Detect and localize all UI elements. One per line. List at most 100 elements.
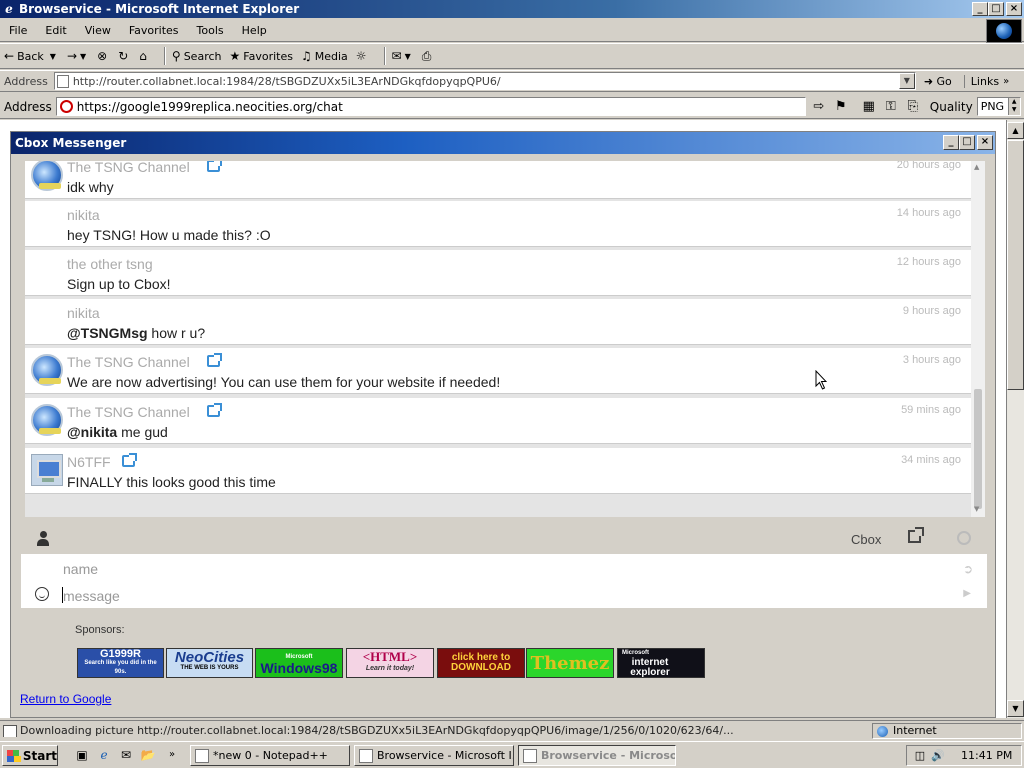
status-circle-icon[interactable] <box>957 531 971 545</box>
network-icon[interactable]: ◫ <box>913 749 927 763</box>
scrollbar-thumb[interactable] <box>1007 140 1024 390</box>
message-text: FINALLY this looks good this time <box>67 474 276 490</box>
taskbar-item-browservice-active[interactable]: Browservice - Microso... <box>518 745 676 766</box>
minimize-button[interactable]: _ <box>972 2 988 16</box>
send-icon[interactable]: ▶ <box>963 588 971 599</box>
scroll-up-icon[interactable]: ▲ <box>1007 122 1024 139</box>
spinner-icon[interactable]: ▲ ▼ <box>1007 98 1020 115</box>
outlook-icon[interactable]: ✉ <box>118 747 134 763</box>
sponsor-banner-download[interactable]: click here to DOWNLOAD <box>437 648 525 678</box>
favorites-button[interactable]: ★ Favorites <box>230 49 293 63</box>
taskbar-item-notepad[interactable]: *new 0 - Notepad++ <box>190 745 350 766</box>
sponsor-banner-g1999r[interactable]: G1999R Search like you did in the 90s. <box>77 648 164 678</box>
page-scrollbar[interactable]: ▲ ▼ <box>1006 120 1024 718</box>
clock[interactable]: 11:41 PM <box>961 749 1012 762</box>
share-icon[interactable] <box>122 453 137 467</box>
bookmark-icon[interactable]: ⚑ <box>832 98 850 116</box>
message-author[interactable]: N6TFF <box>67 454 111 470</box>
share-icon[interactable] <box>207 353 222 367</box>
internet-explorer-icon[interactable]: e <box>96 747 112 763</box>
search-button[interactable]: ⚲ Search <box>172 49 222 63</box>
media-button[interactable]: ♫ Media <box>301 49 348 63</box>
minimize-button[interactable]: _ <box>943 135 959 150</box>
menu-favorites[interactable]: Favorites <box>120 24 188 37</box>
message-scrollbar[interactable]: ▲ ▼ <box>971 161 985 517</box>
scroll-down-icon[interactable]: ▼ <box>1007 700 1024 717</box>
clipboard-icon[interactable]: ⎘ <box>904 98 922 116</box>
forward-button[interactable]: → ▼ <box>67 49 89 63</box>
print-button[interactable]: ⎙ <box>422 49 435 64</box>
scroll-down-icon[interactable]: ▼ <box>974 505 979 513</box>
ie-address-input[interactable]: http://router.collabnet.local:1984/28/tS… <box>53 72 916 90</box>
find-icon[interactable]: ⚿ <box>882 98 900 116</box>
name-input[interactable]: name <box>63 561 98 577</box>
ie-throbber <box>986 19 1022 43</box>
stop-button[interactable]: ⊗ <box>97 49 110 63</box>
message-list[interactable]: The TSNG Channel 20 hours ago idk why ni… <box>25 161 971 517</box>
chevron-right-icon[interactable]: » <box>164 747 180 763</box>
menu-edit[interactable]: Edit <box>36 24 75 37</box>
start-button[interactable]: Start <box>2 745 58 766</box>
cbox-title: Cbox Messenger <box>15 136 127 150</box>
sponsor-banner-themez[interactable]: Themez <box>526 648 614 678</box>
back-button[interactable]: ← Back ▼ <box>4 49 59 63</box>
show-desktop-icon[interactable]: ▣ <box>74 747 90 763</box>
go-button[interactable]: ➜ Go <box>924 75 952 88</box>
quality-select[interactable]: PNG ▲ ▼ <box>976 97 1021 116</box>
dropdown-arrow-icon[interactable]: ▼ <box>80 52 86 61</box>
sponsor-banner-neocities[interactable]: NeoCities THE WEB IS YOURS <box>166 648 253 678</box>
links-button[interactable]: Links <box>963 74 999 88</box>
message-input[interactable]: message <box>63 588 120 604</box>
browservice-address-input[interactable]: https://google1999replica.neocities.org/… <box>55 97 806 116</box>
return-to-google-link[interactable]: Return to Google <box>20 692 111 706</box>
mail-button[interactable]: ✉ ▼ <box>392 49 414 63</box>
smiley-icon[interactable] <box>35 587 49 601</box>
sponsor-banner-windows98[interactable]: Microsoft Windows98 <box>255 648 343 678</box>
maximize-button[interactable]: □ <box>959 135 975 150</box>
taskbar-item-browservice[interactable]: Browservice - Microsoft I... <box>354 745 514 766</box>
mention-link[interactable]: @nikita <box>67 424 117 440</box>
menu-view[interactable]: View <box>76 24 120 37</box>
globe-icon <box>31 161 63 191</box>
dropdown-arrow-icon[interactable]: ▼ <box>405 52 411 61</box>
mention-link[interactable]: @TSNGMsg <box>67 325 148 341</box>
popout-icon[interactable] <box>908 527 924 543</box>
cbox-brand-link[interactable]: Cbox <box>851 532 881 547</box>
close-button[interactable]: × <box>1006 2 1022 16</box>
back-arrow-icon: ← <box>4 49 15 63</box>
restore-button[interactable]: □ <box>988 2 1004 16</box>
menu-tools[interactable]: Tools <box>188 24 233 37</box>
user-icon[interactable] <box>37 531 49 546</box>
share-icon[interactable] <box>207 403 222 417</box>
refresh-button[interactable]: ↻ <box>118 49 131 63</box>
chevron-right-icon[interactable]: » <box>1003 76 1009 87</box>
window-title-bar: e Browservice - Microsoft Internet Explo… <box>0 0 1024 18</box>
sponsor-banner-internet-explorer[interactable]: Microsoft internet explorer <box>617 648 705 678</box>
dropdown-arrow-icon[interactable]: ▼ <box>50 52 56 61</box>
message-author[interactable]: The TSNG Channel <box>67 404 190 420</box>
address-dropdown-button[interactable]: ▼ <box>898 73 915 89</box>
media-icon: ♫ <box>300 49 312 63</box>
internet-explorer-icon: e <box>5 2 13 16</box>
message-author[interactable]: The TSNG Channel <box>67 354 190 370</box>
explorer-icon[interactable]: 📂 <box>140 747 156 763</box>
home-button[interactable]: ⌂ <box>139 49 150 63</box>
scrollbar-thumb[interactable] <box>974 389 982 509</box>
security-zone: Internet <box>872 723 1022 739</box>
menu-file[interactable]: File <box>0 24 36 37</box>
close-button[interactable]: × <box>977 135 993 150</box>
refresh-icon: ↻ <box>118 49 129 63</box>
login-icon[interactable]: ➲ <box>963 562 973 576</box>
menu-help[interactable]: Help <box>233 24 276 37</box>
volume-icon[interactable]: 🔊 <box>931 749 945 763</box>
history-button[interactable]: ☼ <box>356 49 370 63</box>
message-author[interactable]: nikita <box>67 207 100 223</box>
message-author[interactable]: the other tsng <box>67 256 153 272</box>
navigate-arrow-icon[interactable]: ⇨ <box>810 98 828 116</box>
sponsor-banner-html[interactable]: <HTML> Learn it today! <box>346 648 434 678</box>
message-author[interactable]: nikita <box>67 305 100 321</box>
zoom-icon[interactable]: ▦ <box>860 98 878 116</box>
message-author[interactable]: The TSNG Channel <box>67 161 190 175</box>
scroll-up-icon[interactable]: ▲ <box>974 163 979 171</box>
share-icon[interactable] <box>207 161 222 172</box>
